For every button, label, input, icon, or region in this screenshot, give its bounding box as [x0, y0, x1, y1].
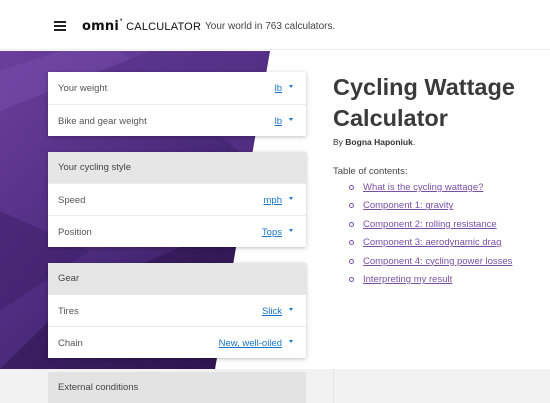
bike-gear-weight-label: Bike and gear weight — [58, 116, 147, 127]
toc-item: Component 4: cycling power losses — [333, 256, 550, 274]
tires-row[interactable]: Tires Slick — [48, 294, 306, 326]
toc-link-gravity[interactable]: Component 1: gravity — [363, 200, 453, 211]
bullet-icon — [349, 276, 354, 282]
bullet-icon — [349, 240, 354, 246]
your-weight-label: Your weight — [58, 83, 108, 94]
caret-down-icon[interactable] — [289, 85, 293, 88]
weights-panel: Your weight lb Bike and gear weight lb — [48, 72, 306, 136]
menu-icon[interactable] — [54, 21, 66, 31]
bullet-icon — [349, 221, 354, 227]
toc-link-interpreting-result[interactable]: Interpreting my result — [363, 274, 452, 285]
caret-down-icon[interactable] — [289, 340, 293, 343]
byline-suffix: . — [412, 137, 416, 147]
chain-select[interactable]: New, well-oiled — [219, 338, 282, 349]
brand-dot: ' — [120, 17, 123, 27]
caret-down-icon[interactable] — [289, 197, 293, 200]
toc-item: What is the cycling wattage? — [333, 182, 550, 200]
page-title-line-2: Calculator — [333, 105, 448, 131]
column-divider — [333, 369, 334, 403]
toc-item: Interpreting my result — [333, 274, 550, 292]
position-row[interactable]: Position Tops — [48, 215, 306, 247]
table-of-contents: What is the cycling wattage? Component 1… — [333, 182, 550, 292]
cycling-style-heading[interactable]: Your cycling style — [48, 152, 306, 183]
speed-row[interactable]: Speed mph — [48, 183, 306, 215]
position-select[interactable]: Tops — [262, 227, 282, 238]
toc-item: Component 1: gravity — [333, 200, 550, 218]
position-label: Position — [58, 227, 92, 238]
tagline: Your world in 763 calculators. — [205, 21, 336, 32]
bullet-icon — [349, 185, 354, 190]
cycling-style-panel: Your cycling style Speed mph Position To… — [48, 152, 306, 247]
brand-omni-text: omni — [82, 19, 119, 34]
byline-prefix: By — [333, 137, 343, 147]
article: Cycling Wattage Calculator By Bogna Hapo… — [333, 72, 550, 292]
toc-item: Component 3: aerodynamic drag — [333, 237, 550, 255]
your-weight-row[interactable]: Your weight lb — [48, 72, 306, 104]
chain-row[interactable]: Chain New, well-oiled — [48, 326, 306, 358]
gear-panel: Gear Tires Slick Chain New, well-oiled — [48, 263, 306, 358]
author-name[interactable]: Bogna Haponiuk — [345, 137, 413, 147]
top-bar: omni ' CALCULATOR Your world in 763 calcu… — [0, 0, 550, 50]
toc-link-aerodynamic-drag[interactable]: Component 3: aerodynamic drag — [363, 237, 501, 248]
bike-gear-weight-unit-select[interactable]: lb — [275, 116, 282, 127]
chain-label: Chain — [58, 338, 83, 349]
byline: By Bogna Haponiuk. — [333, 137, 550, 147]
tires-label: Tires — [58, 306, 79, 317]
brand-calculator-text: CALCULATOR — [126, 21, 202, 33]
page-title-line-1: Cycling Wattage — [333, 74, 515, 100]
external-conditions-panel: External conditions — [48, 372, 306, 403]
omni-logo[interactable]: omni ' CALCULATOR — [82, 17, 202, 34]
speed-label: Speed — [58, 195, 86, 206]
toc-link-rolling-resistance[interactable]: Component 2: rolling resistance — [363, 219, 497, 230]
toc-item: Component 2: rolling resistance — [333, 219, 550, 237]
caret-down-icon[interactable] — [289, 118, 293, 121]
caret-down-icon[interactable] — [289, 229, 293, 232]
your-weight-unit-select[interactable]: lb — [275, 83, 282, 94]
toc-heading: Table of contents: — [333, 166, 408, 177]
speed-unit-select[interactable]: mph — [264, 195, 282, 206]
gear-heading[interactable]: Gear — [48, 263, 306, 294]
bullet-icon — [349, 203, 354, 209]
external-conditions-heading[interactable]: External conditions — [48, 372, 306, 403]
toc-link-what-is-cycling-wattage[interactable]: What is the cycling wattage? — [363, 182, 483, 193]
toc-link-power-losses[interactable]: Component 4: cycling power losses — [363, 256, 512, 267]
caret-down-icon[interactable] — [289, 308, 293, 311]
bullet-icon — [349, 258, 354, 264]
tires-select[interactable]: Slick — [262, 306, 282, 317]
page-title: Cycling Wattage Calculator — [333, 72, 550, 134]
bike-gear-weight-row[interactable]: Bike and gear weight lb — [48, 104, 306, 136]
